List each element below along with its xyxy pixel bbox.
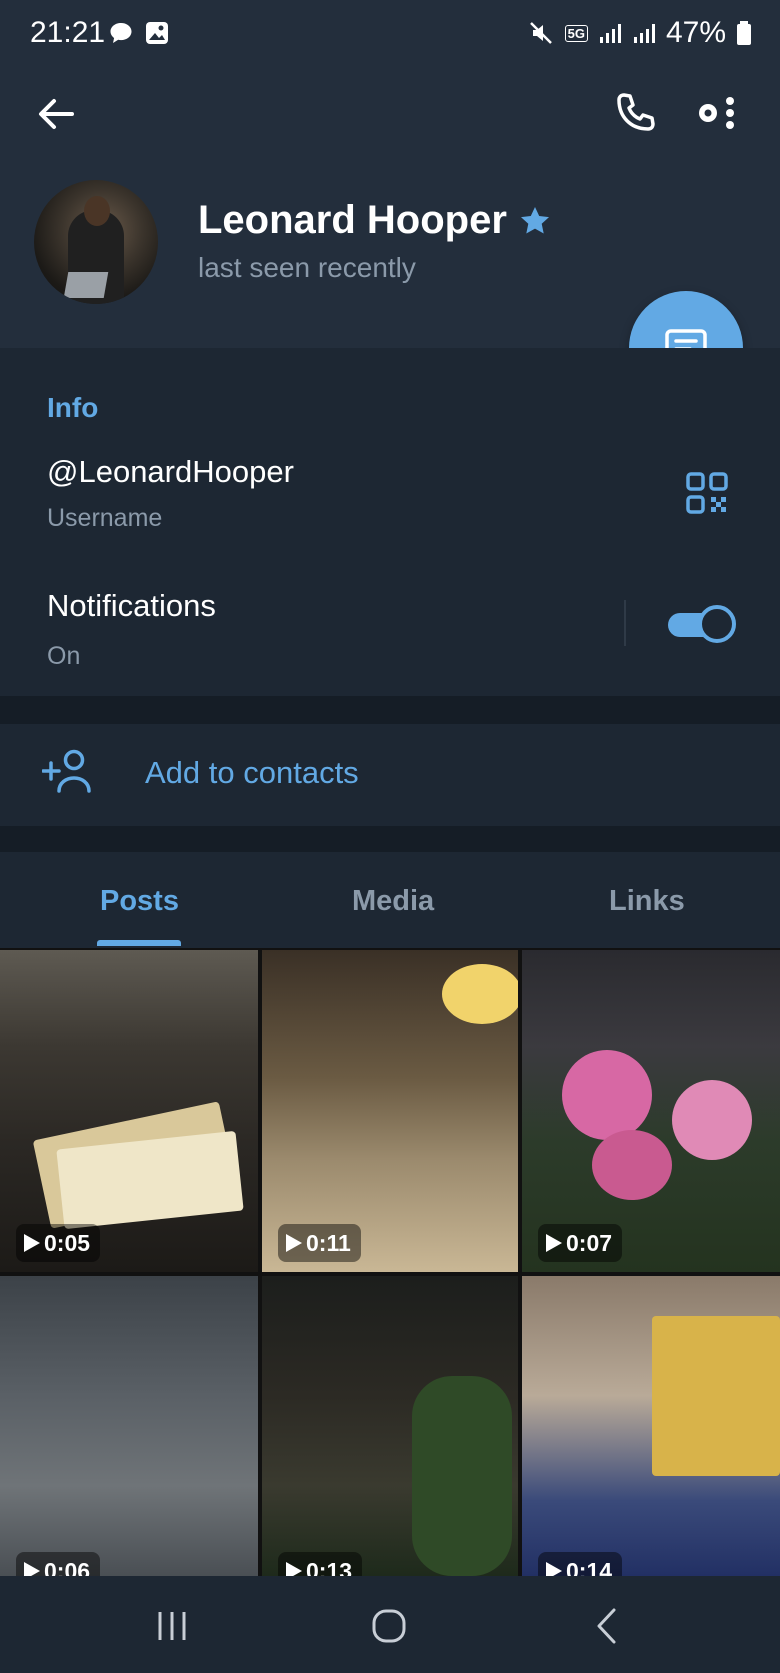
system-back-button[interactable] [586,1604,630,1648]
add-contact-button[interactable] [41,749,94,793]
thumbnail-shape [672,1080,752,1160]
more-button[interactable] [696,90,742,136]
play-icon [24,1234,40,1252]
home-icon [372,1609,406,1643]
media-tile[interactable]: 0:06 [0,1276,258,1576]
arrow-left-icon [39,99,74,129]
duration-text: 0:07 [566,1229,613,1256]
status-time: 21:21 [30,16,106,49]
video-duration: 0:13 [278,1552,363,1577]
video-duration: 0:07 [538,1224,623,1262]
thumbnail-shape [412,1376,512,1576]
notifications-label[interactable]: Notifications [47,588,216,624]
call-button[interactable] [612,90,658,136]
media-tile[interactable]: 0:07 [522,950,780,1272]
play-icon [24,1562,40,1576]
recent-apps-button[interactable] [150,1604,194,1648]
info-section-title: Info [47,392,99,423]
tab-posts[interactable]: Posts [100,885,179,918]
signal-icon-2 [633,24,655,43]
media-tile[interactable]: 0:11 [262,950,518,1272]
battery-percent: 47% [665,16,726,49]
username-label: Username [47,504,163,532]
last-seen-status: last seen recently [198,252,416,283]
media-tile[interactable]: 0:14 [522,1276,780,1576]
tab-media[interactable]: Media [352,885,434,918]
add-user-icon [41,749,91,793]
name-row: Leonard Hooper [198,198,551,243]
duration-text: 0:14 [566,1557,613,1577]
mute-icon [529,22,552,44]
section-gap [0,696,780,724]
network-label: 5G [564,24,588,42]
video-duration: 0:11 [278,1224,361,1262]
thumbnail-shape [652,1316,780,1476]
signal-icon [599,24,621,43]
avatar-laptop [63,272,109,298]
tab-links[interactable]: Links [609,885,685,918]
image-icon [146,22,168,44]
star-icon [520,206,549,233]
phone-icon [617,93,655,131]
status-right-icons: 5G 47% [527,16,752,50]
avatar[interactable] [34,180,158,304]
media-tile[interactable]: 0:13 [262,1276,518,1576]
video-duration: 0:06 [16,1552,101,1577]
toggle-thumb [698,605,736,643]
qr-code-button[interactable] [686,472,728,514]
more-icon [699,97,734,129]
status-bar: 21:21 5G 47% [0,0,780,70]
play-icon [286,1234,302,1252]
divider [624,600,626,646]
thumbnail-shape [442,964,518,1024]
duration-text: 0:06 [44,1557,91,1577]
video-duration: 0:14 [538,1552,623,1577]
section-gap-2 [0,826,780,852]
thumbnail-shape [562,1050,652,1140]
back-button[interactable] [34,92,78,136]
play-icon [546,1562,562,1576]
duration-text: 0:05 [44,1229,91,1256]
battery-icon [737,21,751,45]
qr-code-icon [686,472,728,514]
thumbnail-shape [592,1130,672,1200]
play-icon [546,1234,562,1252]
play-icon [286,1562,302,1576]
home-button[interactable] [367,1604,411,1648]
avatar-head [84,196,110,226]
status-notification-icons [108,20,170,46]
duration-text: 0:13 [306,1557,353,1577]
add-to-contacts-row[interactable] [0,724,780,826]
notifications-toggle[interactable] [666,605,736,643]
profile-name: Leonard Hooper [198,198,507,242]
username-value[interactable]: @LeonardHooper [47,454,294,490]
recent-apps-icon [158,1612,186,1640]
add-to-contacts-label[interactable]: Add to contacts [145,755,359,791]
active-tab-indicator [97,940,181,946]
chat-bubble-icon [110,23,132,43]
media-tile[interactable]: 0:05 [0,950,258,1272]
chevron-left-icon [597,1608,616,1644]
duration-text: 0:11 [306,1229,351,1256]
video-duration: 0:05 [16,1224,101,1262]
notifications-value: On [47,642,81,670]
